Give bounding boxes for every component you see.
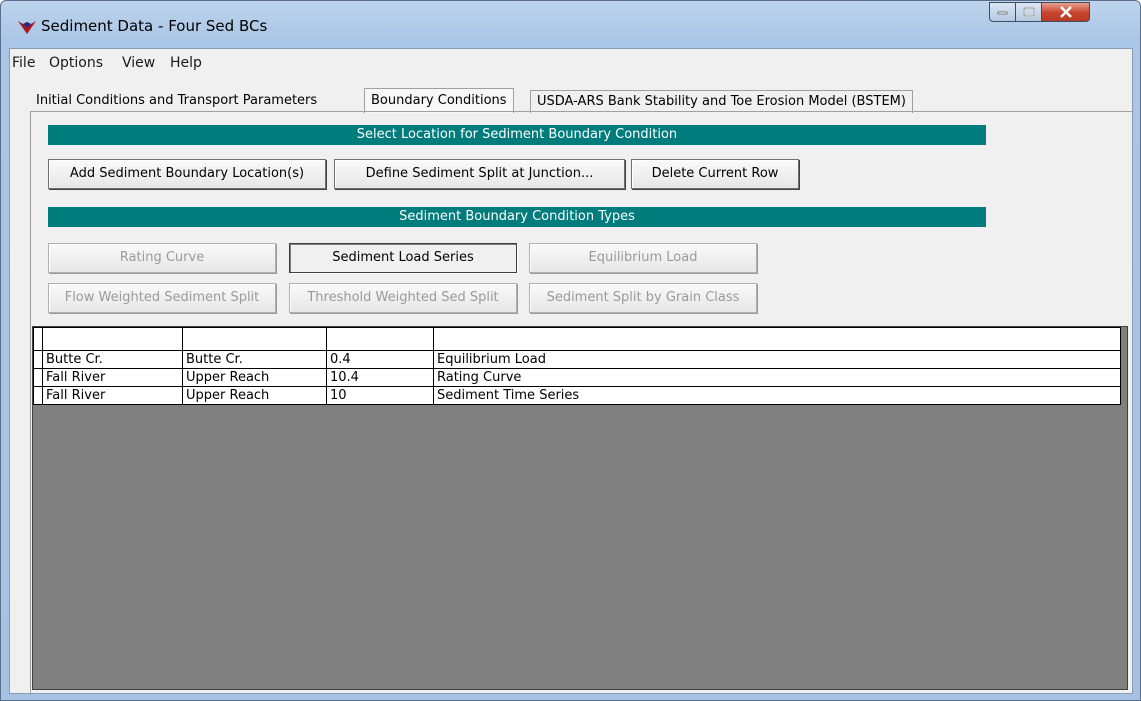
application-window: Sediment Data - Four Sed BCs File Option… xyxy=(0,0,1141,701)
menu-bar: File Options View Help xyxy=(10,49,1132,76)
menu-view[interactable]: View xyxy=(122,55,155,71)
cell-station[interactable]: 10 xyxy=(326,386,434,405)
define-sediment-split-button[interactable]: Define Sediment Split at Junction... xyxy=(334,159,625,189)
row-selector[interactable] xyxy=(33,350,43,369)
tab-strip: Initial Conditions and Transport Paramet… xyxy=(10,81,1132,113)
cell-station[interactable]: 10.4 xyxy=(326,368,434,387)
cell-bc-type[interactable]: Equilibrium Load xyxy=(433,350,1121,369)
cell-reach[interactable]: Upper Reach xyxy=(182,368,327,387)
window-title: Sediment Data - Four Sed BCs xyxy=(41,17,268,35)
threshold-weighted-split-button[interactable]: Threshold Weighted Sed Split xyxy=(289,283,517,313)
cell-river[interactable]: Fall River xyxy=(42,386,183,405)
tab-initial-conditions[interactable]: Initial Conditions and Transport Paramet… xyxy=(30,92,323,112)
grid-header-cell[interactable] xyxy=(182,327,327,351)
boundary-conditions-grid[interactable]: Butte Cr. Butte Cr. 0.4 Equilibrium Load… xyxy=(32,326,1128,690)
equilibrium-load-button[interactable]: Equilibrium Load xyxy=(529,243,757,273)
types-section-header: Sediment Boundary Condition Types xyxy=(48,207,986,227)
grid-header-cell[interactable] xyxy=(326,327,434,351)
tab-bstem[interactable]: USDA-ARS Bank Stability and Toe Erosion … xyxy=(530,90,913,113)
delete-current-row-button[interactable]: Delete Current Row xyxy=(631,159,799,189)
minimize-icon xyxy=(997,11,1008,15)
location-section-header: Select Location for Sediment Boundary Co… xyxy=(48,125,986,145)
menu-options[interactable]: Options xyxy=(49,55,103,71)
row-selector[interactable] xyxy=(33,368,43,387)
table-row[interactable]: Butte Cr. Butte Cr. 0.4 Equilibrium Load xyxy=(33,350,1121,369)
table-row[interactable]: Fall River Upper Reach 10 Sediment Time … xyxy=(33,386,1121,405)
menu-help[interactable]: Help xyxy=(170,55,202,71)
close-icon xyxy=(1059,6,1072,18)
minimize-button[interactable] xyxy=(989,2,1016,22)
cell-bc-type[interactable]: Sediment Time Series xyxy=(433,386,1121,405)
cell-bc-type[interactable]: Rating Curve xyxy=(433,368,1121,387)
grid-header-cell[interactable] xyxy=(42,327,183,351)
grid-header-row xyxy=(33,327,1121,351)
cell-station[interactable]: 0.4 xyxy=(326,350,434,369)
rating-curve-button[interactable]: Rating Curve xyxy=(48,243,276,273)
cell-river[interactable]: Fall River xyxy=(42,368,183,387)
grid-table: Butte Cr. Butte Cr. 0.4 Equilibrium Load… xyxy=(33,327,1121,405)
row-selector[interactable] xyxy=(33,386,43,405)
cell-reach[interactable]: Butte Cr. xyxy=(182,350,327,369)
menu-file[interactable]: File xyxy=(12,55,35,71)
split-by-grain-class-button[interactable]: Sediment Split by Grain Class xyxy=(529,283,757,313)
app-logo-icon xyxy=(18,21,36,34)
close-button[interactable] xyxy=(1042,2,1090,22)
maximize-icon xyxy=(1022,7,1035,17)
grid-header-cell[interactable] xyxy=(433,327,1121,351)
maximize-button[interactable] xyxy=(1016,2,1042,22)
client-area: File Options View Help Initial Condition… xyxy=(9,48,1134,695)
tab-boundary-conditions[interactable]: Boundary Conditions xyxy=(364,88,514,113)
add-boundary-location-button[interactable]: Add Sediment Boundary Location(s) xyxy=(48,159,326,189)
row-header-corner[interactable] xyxy=(33,327,43,351)
title-bar[interactable]: Sediment Data - Four Sed BCs xyxy=(1,1,1140,47)
cell-river[interactable]: Butte Cr. xyxy=(42,350,183,369)
table-row[interactable]: Fall River Upper Reach 10.4 Rating Curve xyxy=(33,368,1121,387)
cell-reach[interactable]: Upper Reach xyxy=(182,386,327,405)
sediment-load-series-button[interactable]: Sediment Load Series xyxy=(289,243,517,273)
flow-weighted-split-button[interactable]: Flow Weighted Sediment Split xyxy=(48,283,276,313)
